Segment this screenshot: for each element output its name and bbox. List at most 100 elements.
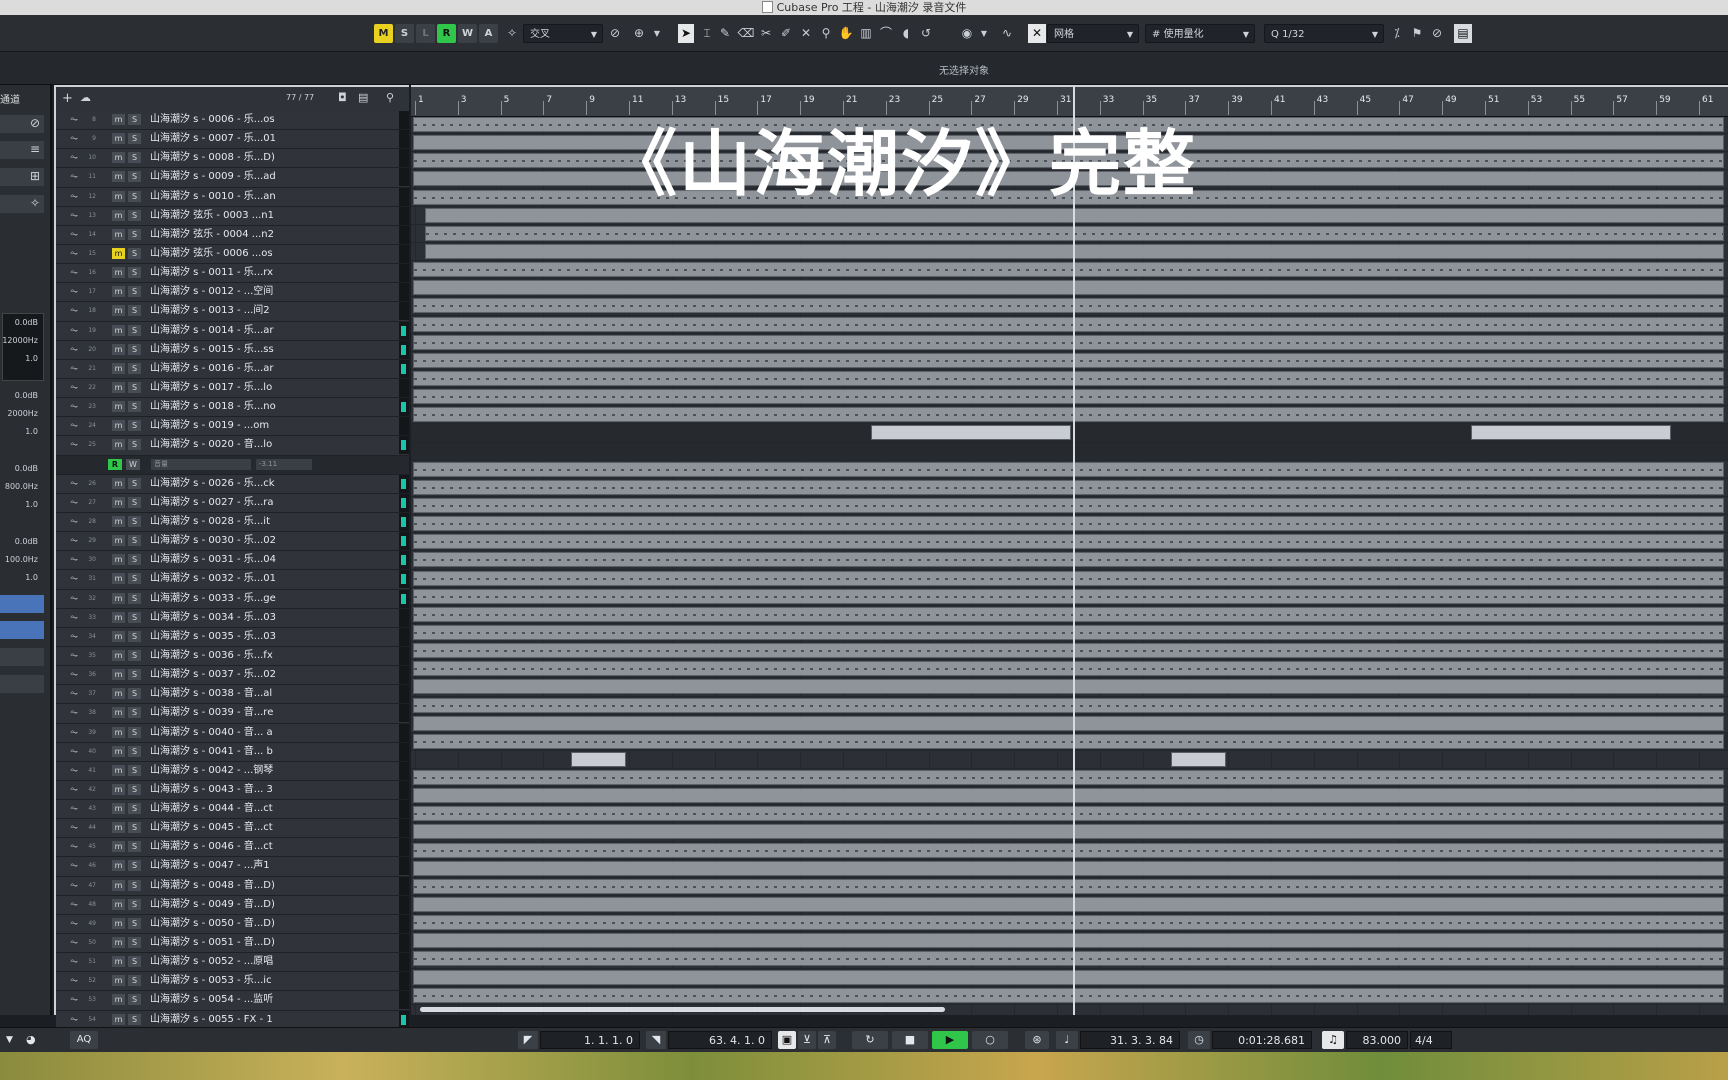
track-lane[interactable] [411,370,1728,389]
split-tool-icon[interactable]: ✂ [757,24,775,43]
track-name[interactable]: 山海潮汐 s - 0035 - 乐...03 [150,628,276,645]
audio-event[interactable] [413,715,1724,731]
mute-button[interactable]: m [112,937,125,949]
object-selection-tool-icon[interactable]: ➤ [678,24,694,43]
snap-zero-crossing-icon[interactable]: ∿ [998,24,1016,43]
audio-event[interactable] [413,497,1724,513]
track-name[interactable]: 山海潮汐 s - 0009 - 乐...ad [150,168,276,185]
stop-button[interactable]: ■ [892,1031,928,1049]
track-name[interactable]: 山海潮汐 s - 0018 - 乐...no [150,398,276,415]
event-display[interactable] [411,116,1728,1005]
track-row[interactable]: ⏦ 52 m S 山海潮汐 s - 0053 - 乐...ic [56,972,409,992]
track-lane[interactable] [411,678,1728,697]
left-locator-field[interactable]: 1. 1. 1. 0 [540,1031,640,1049]
track-row[interactable]: ⏦ 46 m S 山海潮汐 s - 0047 - ...声1 [56,857,409,877]
audio-event[interactable] [413,824,1724,840]
list-icon[interactable]: ▤ [358,91,368,104]
track-lane[interactable] [411,987,1728,1005]
autoscroll-icon[interactable]: ⊕ [630,24,648,43]
track-lane[interactable] [411,805,1728,824]
horizontal-scrollbar[interactable] [420,1007,945,1012]
track-row[interactable]: ⏦ 13 m S 山海潮汐 弦乐 - 0003 ...n1 [56,206,409,226]
track-row[interactable]: ⏦ 21 m S 山海潮汐 s - 0016 - 乐...ar [56,359,409,379]
track-row[interactable]: ⏦ 12 m S 山海潮汐 s - 0010 - 乐...an [56,187,409,207]
snap-type-select[interactable]: 网格 ▼ [1047,24,1139,43]
solo-button[interactable]: S [128,611,141,623]
solo-button[interactable]: S [128,1013,141,1025]
mute-button[interactable]: m [112,975,125,987]
audio-event[interactable] [413,461,1724,477]
mute-button[interactable]: m [112,401,125,413]
track-lane[interactable] [411,261,1728,280]
track-lane[interactable] [411,950,1728,969]
audio-event[interactable] [413,389,1724,405]
range-tool-icon[interactable]: ⌶ [698,24,716,43]
chevron-down-icon[interactable]: ▼ [6,1031,13,1049]
inspector-strip-button[interactable] [0,621,44,639]
audio-event[interactable] [413,878,1724,894]
track-lane[interactable] [411,624,1728,643]
solo-button[interactable]: S [128,649,141,661]
track-row[interactable]: ⏦ 32 m S 山海潮汐 s - 0033 - 乐...ge [56,589,409,609]
track-name[interactable]: 山海潮汐 s - 0048 - 音...D) [150,877,275,894]
track-row[interactable]: ⏦ 51 m S 山海潮汐 s - 0052 - ...原唱 [56,953,409,973]
track-name[interactable]: 山海潮汐 s - 0055 - FX - 1 [150,1011,273,1028]
mute-button[interactable]: m [112,956,125,968]
right-locator-field[interactable]: 63. 4. 1. 0 [668,1031,772,1049]
solo-button[interactable]: S [128,573,141,585]
track-name[interactable]: 山海潮汐 s - 0051 - 音...D) [150,934,275,951]
track-lane[interactable] [411,751,1728,770]
automation-parameter[interactable]: 音量 [151,458,251,470]
mute-button[interactable]: m [112,535,125,547]
track-row[interactable]: ⏦ 39 m S 山海潮汐 s - 0040 - 音... a [56,723,409,743]
track-name[interactable]: 山海潮汐 s - 0017 - 乐...lo [150,379,272,396]
inspector-edit-button[interactable]: ⊘ [0,115,44,133]
track-name[interactable]: 山海潮汐 s - 0007 - 乐...01 [150,130,276,147]
mute-button[interactable]: m [112,343,125,355]
track-row[interactable]: ⏦ 44 m S 山海潮汐 s - 0045 - 音...ct [56,819,409,839]
signature-field[interactable]: 4/4 [1410,1031,1452,1049]
read-automation-button[interactable]: R [437,24,456,43]
mute-button[interactable]: m [112,133,125,145]
track-name[interactable]: 山海潮汐 s - 0016 - 乐...ar [150,360,274,377]
mute-button[interactable]: m [112,477,125,489]
audio-event[interactable] [413,933,1724,949]
track-name[interactable]: 山海潮汐 s - 0047 - ...声1 [150,857,270,874]
solo-button[interactable]: S [128,247,141,259]
track-lane[interactable] [411,551,1728,570]
track-row[interactable]: ⏦ 25 m S 山海潮汐 s - 0020 - 音...lo [56,436,409,456]
solo-button[interactable]: S [128,267,141,279]
inspector-sends-button[interactable] [0,595,44,613]
track-row[interactable]: ⏦ 47 m S 山海潮汐 s - 0048 - 音...D) [56,876,409,896]
mute-button[interactable]: m [112,611,125,623]
left-locator-icon[interactable]: ◤ [518,1031,538,1049]
track-name[interactable]: 山海潮汐 s - 0037 - 乐...02 [150,666,276,683]
cycle-button[interactable]: ↻ [852,1031,888,1049]
mute-button[interactable]: m [112,515,125,527]
clock-icon[interactable]: ◷ [1188,1031,1210,1049]
quantize-flag-icon[interactable]: ⚑ [1408,24,1426,43]
solo-button[interactable]: S [128,114,141,125]
mute-button[interactable]: m [112,573,125,585]
track-row[interactable]: ⏦ 10 m S 山海潮汐 s - 0008 - 乐...D) [56,149,409,169]
automation-value[interactable]: -3.11 [256,458,312,470]
track-row[interactable]: ⏦ 37 m S 山海潮汐 s - 0038 - 音...al [56,685,409,705]
mute-button[interactable]: m [112,745,125,757]
solo-button[interactable]: S [128,860,141,872]
mute-button[interactable]: m [112,822,125,834]
track-name[interactable]: 山海潮汐 s - 0050 - 音...D) [150,915,275,932]
track-row[interactable]: ⏦ 31 m S 山海潮汐 s - 0032 - 乐...01 [56,570,409,590]
punch-icon[interactable]: ⊛ [1025,1031,1049,1049]
track-row[interactable]: ⏦ 53 m S 山海潮汐 s - 0054 - ...监听 [56,991,409,1011]
solo-button[interactable]: S [128,917,141,929]
track-row[interactable]: ⏦ 50 m S 山海潮汐 s - 0051 - 音...D) [56,934,409,954]
audio-event[interactable] [413,951,1724,967]
track-name[interactable]: 山海潮汐 s - 0011 - 乐...rx [150,264,273,281]
solo-button[interactable]: S [128,554,141,566]
track-row[interactable]: ⏦ 18 m S 山海潮汐 s - 0013 - ...间2 [56,302,409,322]
track-lane[interactable] [411,243,1728,262]
mute-button[interactable]: m [112,171,125,183]
track-row[interactable]: ⏦ 20 m S 山海潮汐 s - 0015 - 乐...ss [56,340,409,360]
solo-button[interactable]: S [128,879,141,891]
track-row[interactable]: ⏦ 27 m S 山海潮汐 s - 0027 - 乐...ra [56,493,409,513]
